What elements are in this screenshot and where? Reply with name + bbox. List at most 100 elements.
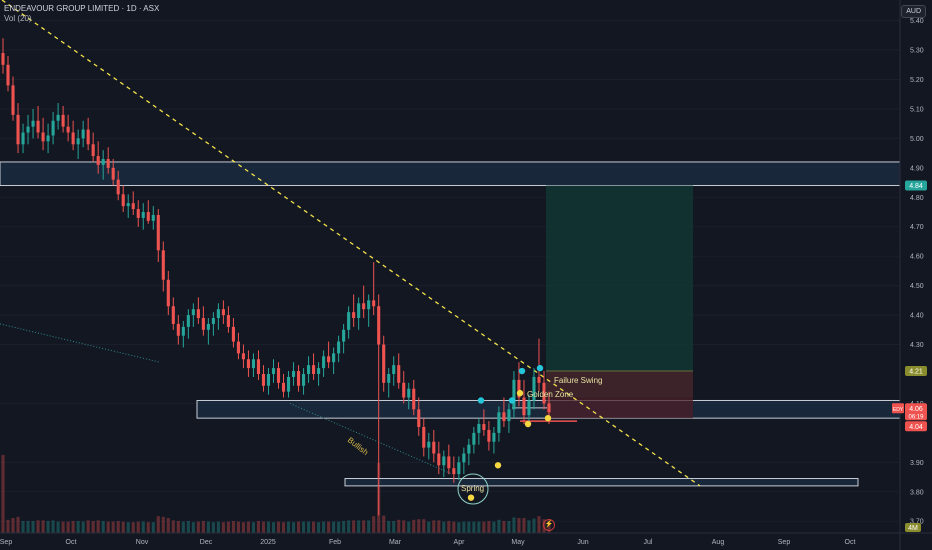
candle-body <box>156 214 160 251</box>
volume-bar <box>51 520 55 533</box>
candle-body <box>467 444 471 454</box>
candle-body <box>372 300 376 307</box>
candle-body <box>527 400 531 416</box>
volume-bar <box>532 518 536 533</box>
x-tick-label: Oct <box>66 539 77 546</box>
candle-body <box>537 376 541 383</box>
volume-bar <box>502 521 506 533</box>
price-label-target: 4.84 <box>909 183 923 190</box>
teal-marker <box>508 397 516 404</box>
volume-bar <box>407 521 411 533</box>
volume-bar <box>296 521 301 533</box>
candle-body <box>161 250 165 280</box>
volume-bar <box>226 521 230 533</box>
symbol-title[interactable]: ENDEAVOUR GROUP LIMITED · 1D · ASX <box>4 4 159 14</box>
candle-body <box>186 315 190 327</box>
volume-bar <box>176 521 180 533</box>
chart-legend: ENDEAVOUR GROUP LIMITED · 1D · ASX Vol (… <box>4 4 159 24</box>
volume-bar <box>352 520 356 533</box>
volume-bar <box>111 521 115 533</box>
volume-bar <box>21 521 25 533</box>
annotation-failure-swing: Failure Swing <box>554 376 602 385</box>
candle-body <box>256 359 261 374</box>
volume-bar <box>246 521 251 533</box>
volume-bar <box>372 516 376 533</box>
volume-bar <box>417 519 421 533</box>
candle-body <box>131 203 135 210</box>
candle-body <box>251 359 256 369</box>
volume-bar <box>517 518 521 533</box>
candle-body <box>41 132 45 142</box>
candle-body <box>206 323 210 330</box>
volume-bar <box>266 521 271 533</box>
candle-body <box>322 356 326 369</box>
candle-body <box>397 365 401 383</box>
candle-body <box>26 126 30 133</box>
candle-body <box>402 382 406 398</box>
y-tick-label: 5.30 <box>910 48 924 55</box>
y-tick-label: 5.00 <box>910 136 924 143</box>
currency-badge[interactable]: AUD <box>901 5 926 18</box>
candle-body <box>76 138 80 145</box>
volume-bar <box>437 520 441 533</box>
candle-body <box>201 318 205 330</box>
volume-bar <box>397 519 401 533</box>
volume-bar <box>151 522 155 533</box>
volume-bar <box>56 521 60 533</box>
volume-bar <box>156 516 160 533</box>
volume-bar <box>307 521 311 533</box>
candle-body <box>427 441 431 448</box>
candle-body <box>51 120 55 136</box>
annotation-spring: Spring <box>461 484 484 493</box>
candle-body <box>347 312 351 330</box>
candle-body <box>342 329 346 342</box>
volume-bar <box>121 521 125 533</box>
volume-bar <box>101 521 105 533</box>
volume-bar <box>231 521 235 533</box>
lightning-icon[interactable]: ⚡ <box>543 519 555 531</box>
candle-body <box>296 371 301 386</box>
candle-body <box>146 212 150 221</box>
candle-body <box>66 126 70 133</box>
candle-body <box>56 114 60 121</box>
volume-bar <box>452 521 456 533</box>
candle-body <box>21 132 25 145</box>
candle-body <box>352 312 356 319</box>
candle-body <box>281 382 286 392</box>
volume-bar <box>61 521 65 533</box>
volume-indicator-label[interactable]: Vol (20) <box>4 14 159 24</box>
candle-body <box>216 309 220 319</box>
volume-bar <box>76 521 80 533</box>
y-tick-label: 4.40 <box>910 313 924 320</box>
volume-bar <box>387 521 391 533</box>
volume-bar <box>276 521 281 533</box>
spring-zone <box>344 478 859 487</box>
candle-body <box>276 368 281 383</box>
candle-body <box>151 214 155 221</box>
volume-bar <box>251 522 256 533</box>
y-tick-label: 4.90 <box>910 165 924 172</box>
x-tick-label: Jun <box>577 539 588 546</box>
volume-bar <box>286 521 291 533</box>
volume-bar <box>106 521 110 533</box>
y-tick-label: 4.30 <box>910 342 924 349</box>
volume-bar <box>201 521 205 533</box>
candle-body <box>367 300 371 310</box>
candle-body <box>312 365 316 374</box>
price-label-stop: 4.04 <box>909 424 923 431</box>
candle-body <box>286 376 291 392</box>
volume-bar <box>81 521 85 533</box>
price-chart[interactable]: Failure SwingGolden ZoneBullishSpring 5.… <box>0 0 932 550</box>
candle-body <box>482 424 486 430</box>
y-tick-label: 5.10 <box>910 106 924 113</box>
volume-bar <box>206 521 210 533</box>
candle-body <box>116 179 120 195</box>
candle-body <box>241 353 245 360</box>
candle-body <box>271 368 276 374</box>
x-tick-label: Feb <box>329 539 341 546</box>
volume-bar <box>357 520 361 533</box>
volume-bar <box>236 521 240 533</box>
volume-bar <box>171 520 175 533</box>
candle-body <box>522 397 526 416</box>
candle-body <box>332 353 336 363</box>
